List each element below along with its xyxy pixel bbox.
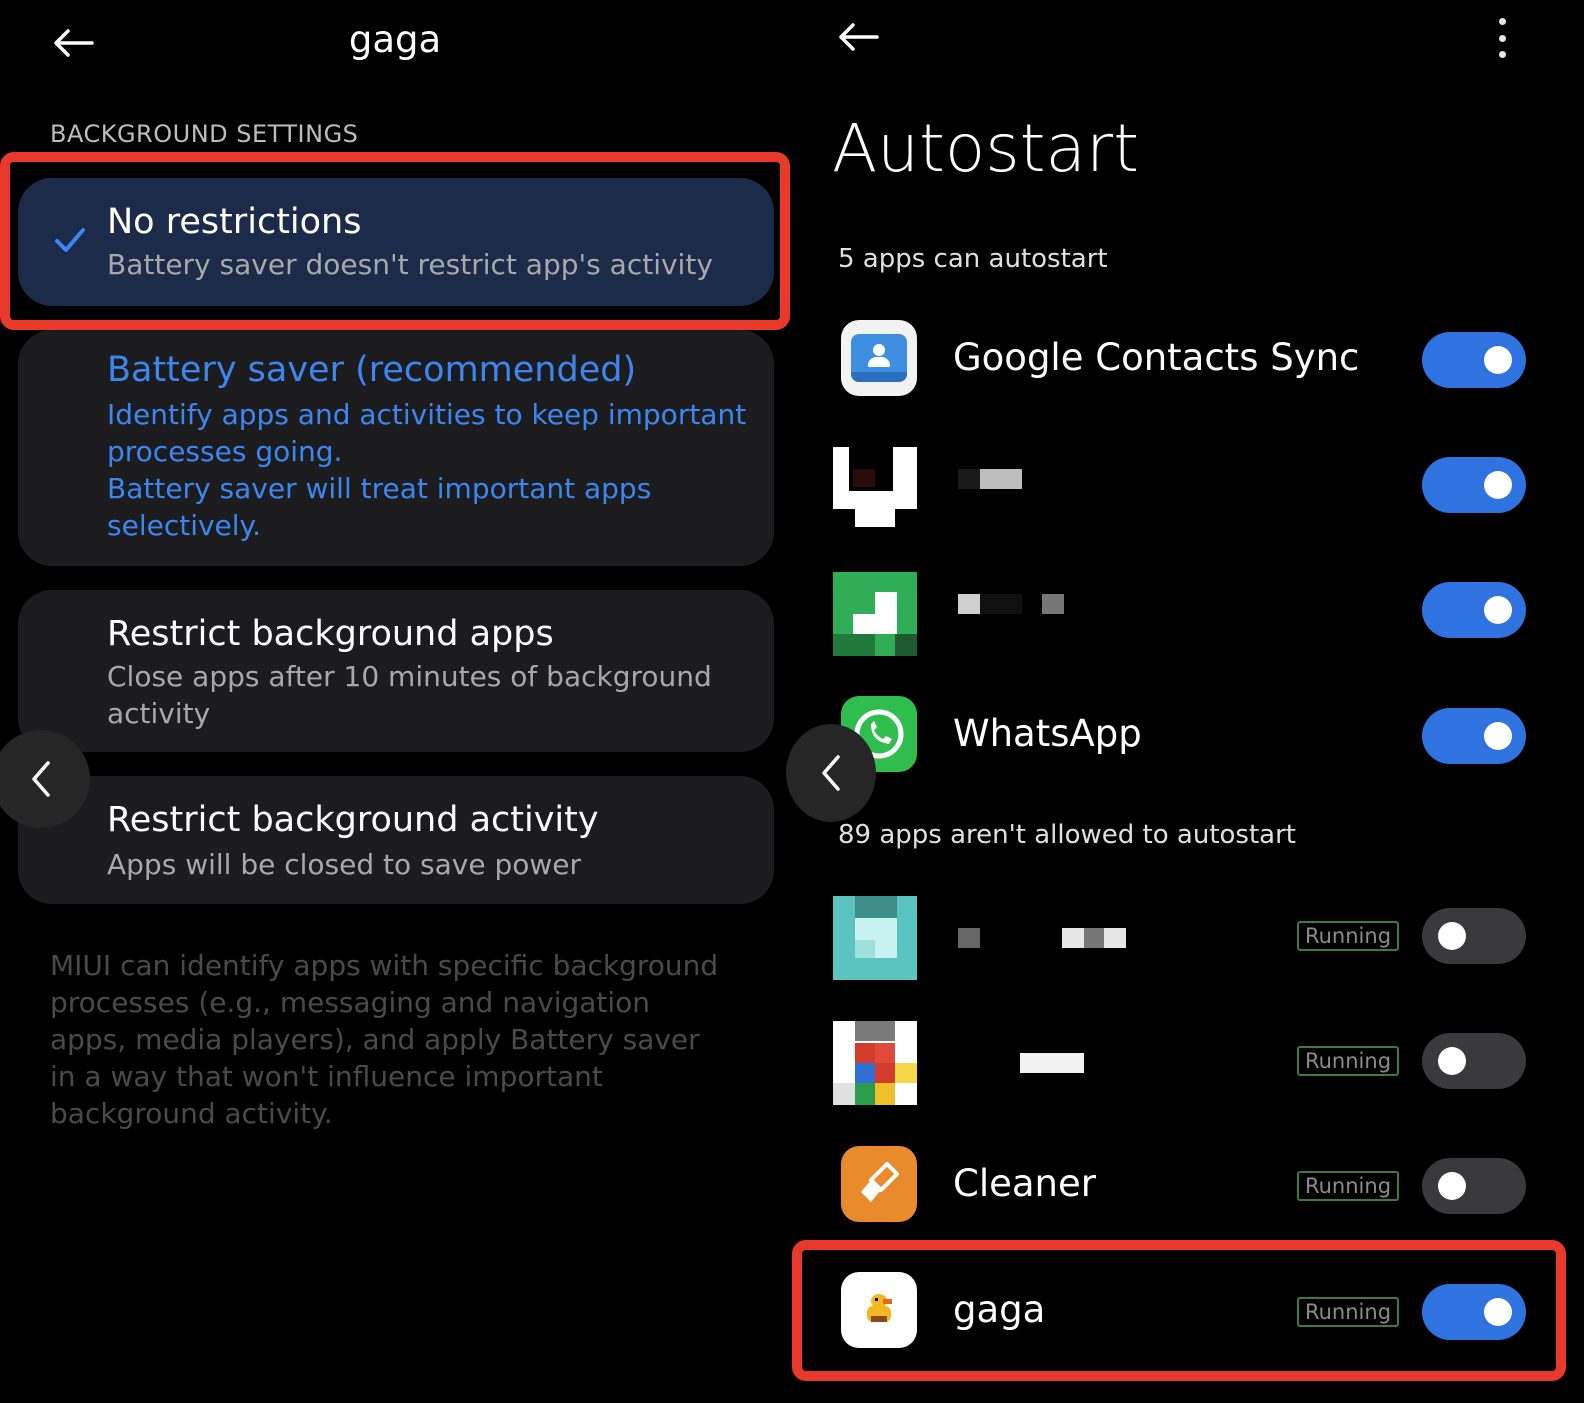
option-subtitle: Close apps after 10 minutes of backgroun…	[107, 660, 712, 730]
pixelated-app-name	[1104, 928, 1126, 948]
pixelated-app-name	[1084, 928, 1104, 948]
autostart-toggle[interactable]	[1422, 1158, 1526, 1214]
autostart-toggle[interactable]	[1422, 332, 1526, 388]
app-row[interactable]: Running	[790, 1009, 1584, 1109]
app-name: Cleaner	[953, 1162, 1096, 1205]
back-button[interactable]	[43, 18, 103, 68]
app-row[interactable]: WhatsApp	[790, 684, 1584, 784]
pixelated-app-name	[1020, 1053, 1084, 1073]
cleaner-icon	[841, 1146, 917, 1222]
pixelated-app-name	[1062, 928, 1084, 948]
chevron-left-icon	[822, 755, 840, 791]
running-badge: Running	[1297, 921, 1399, 951]
app-name: WhatsApp	[953, 712, 1142, 755]
highlight-box	[0, 152, 790, 330]
chevron-left-icon	[32, 761, 50, 797]
pixelated-app-name	[980, 594, 1022, 614]
option-title: Battery saver (recommended)	[107, 350, 637, 390]
running-badge: Running	[1297, 1171, 1399, 1201]
page-title: Autostart	[832, 110, 1139, 187]
blocked-group-label: 89 apps aren't allowed to autostart	[838, 820, 1296, 850]
option-title: Restrict background apps	[107, 614, 554, 654]
highlight-box	[792, 1240, 1566, 1381]
pixelated-app-icon	[833, 1021, 917, 1105]
back-arrow-icon	[54, 29, 94, 57]
pixelated-app-icon	[833, 896, 917, 980]
app-row[interactable]: Cleaner Running	[790, 1134, 1584, 1234]
contacts-sync-icon	[841, 320, 917, 396]
running-badge: Running	[1297, 1046, 1399, 1076]
option-subtitle: Apps will be closed to save power	[107, 848, 582, 881]
option-title: Restrict background activity	[107, 800, 599, 840]
app-row[interactable]: Google Contacts Sync	[790, 308, 1584, 408]
app-row[interactable]: Running	[790, 884, 1584, 984]
pixelated-app-name	[958, 594, 980, 614]
autostart-toggle[interactable]	[1422, 908, 1526, 964]
app-row[interactable]	[790, 558, 1584, 658]
option-restrict-background-activity[interactable]: Restrict background activity Apps will b…	[18, 776, 774, 904]
option-battery-saver[interactable]: Battery saver (recommended) Identify app…	[18, 330, 774, 566]
pixelated-app-icon	[833, 572, 917, 656]
footnote-text: MIUI can identify apps with specific bac…	[50, 949, 719, 1130]
autostart-toggle[interactable]	[1422, 457, 1526, 513]
edge-back-gesture-button[interactable]	[786, 724, 876, 822]
autostart-toggle[interactable]	[1422, 708, 1526, 764]
option-subtitle: Identify apps and activities to keep imp…	[107, 398, 747, 542]
allowed-group-label: 5 apps can autostart	[838, 244, 1108, 274]
back-button[interactable]	[828, 12, 888, 62]
autostart-toggle[interactable]	[1422, 1033, 1526, 1089]
pixelated-app-name	[958, 928, 980, 948]
autostart-toggle[interactable]	[1422, 582, 1526, 638]
app-row[interactable]	[790, 433, 1584, 533]
pixelated-app-name	[1042, 594, 1064, 614]
page-title: gaga	[348, 18, 442, 61]
autostart-screen: Autostart 5 apps can autostart Google Co…	[786, 0, 1584, 1403]
pixelated-app-icon	[833, 447, 917, 527]
app-name: Google Contacts Sync	[953, 336, 1360, 379]
pixelated-app-name	[958, 469, 980, 489]
pixelated-app-name	[980, 469, 1022, 489]
more-options-icon[interactable]	[1490, 18, 1514, 58]
app-battery-settings-screen: gaga BACKGROUND SETTINGS No restrictions…	[0, 0, 790, 1403]
option-restrict-background-apps[interactable]: Restrict background apps Close apps afte…	[18, 590, 774, 752]
back-arrow-icon	[839, 23, 879, 51]
section-label: BACKGROUND SETTINGS	[50, 120, 359, 148]
